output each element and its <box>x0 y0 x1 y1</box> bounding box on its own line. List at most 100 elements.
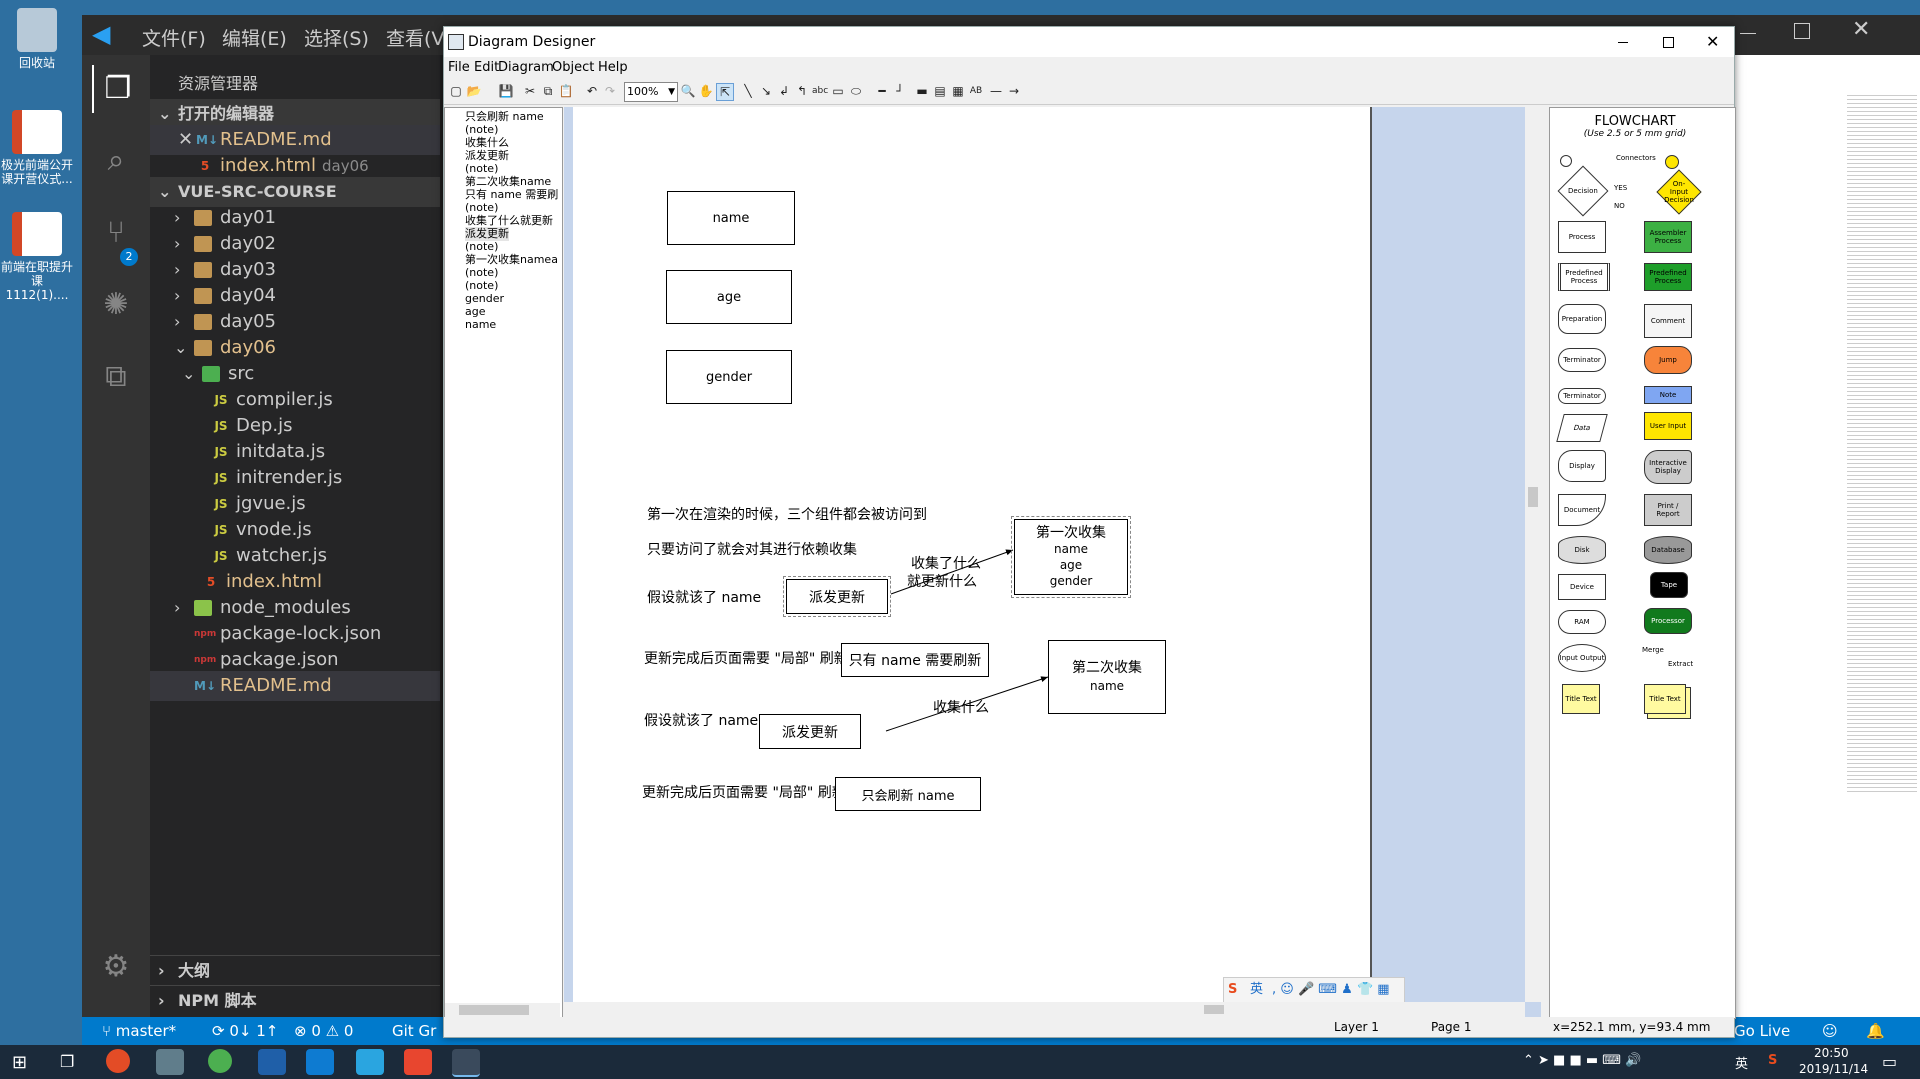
tree-item[interactable]: (note) <box>465 162 498 176</box>
save-icon[interactable]: 💾 <box>498 83 514 99</box>
hand-icon[interactable]: ✋ <box>698 83 714 99</box>
problems-status[interactable]: ⊗ 0 ⚠ 0 <box>294 1017 353 1045</box>
box-age[interactable]: age <box>666 270 792 324</box>
box-only-refresh-name[interactable]: 只会刷新 name <box>835 777 981 811</box>
palette-disk[interactable]: Disk <box>1558 536 1606 564</box>
palette-decision[interactable]: Decision <box>1557 165 1609 217</box>
menu-file[interactable]: 文件(F) <box>142 24 206 51</box>
tree-item-selected[interactable]: 派发更新 <box>465 227 509 241</box>
text-collect-what[interactable]: 收集什么 <box>933 697 989 717</box>
vscode-taskbar-icon[interactable] <box>306 1049 334 1075</box>
tree-item[interactable]: 收集什么 <box>465 136 509 150</box>
close-icon[interactable]: ✕ <box>1706 27 1719 57</box>
palette-terminator[interactable]: Terminator <box>1558 348 1606 372</box>
line-icon[interactable]: ╲ <box>740 83 756 99</box>
palette-processor[interactable]: Processor <box>1644 608 1692 634</box>
palette-predefined-process-green[interactable]: Predefined Process <box>1644 263 1692 291</box>
menu-object[interactable]: Object <box>552 57 594 79</box>
bezier-icon[interactable]: ↰ <box>794 83 810 99</box>
tree-item[interactable]: (note) <box>465 279 498 293</box>
tree-item[interactable]: (note) <box>465 201 498 215</box>
palette-ram[interactable]: RAM <box>1558 610 1606 634</box>
maximize-icon[interactable] <box>1663 37 1674 48</box>
taskbar-ime[interactable]: 英 <box>1735 1053 1748 1072</box>
box-dispatch-update-1[interactable]: 派发更新 <box>783 576 891 617</box>
palette-preparation[interactable]: Preparation <box>1558 304 1606 334</box>
palette-tape[interactable]: Tape <box>1650 572 1688 598</box>
palette-process[interactable]: Process <box>1558 221 1606 253</box>
palette-terminator-small[interactable]: Terminator <box>1558 388 1606 404</box>
palette-user-input[interactable]: User Input <box>1644 412 1692 440</box>
scroll-thumb[interactable] <box>1204 1005 1224 1014</box>
palette-input-output[interactable]: Input Output <box>1558 644 1606 672</box>
palette-comment[interactable]: Comment <box>1644 304 1692 338</box>
canvas-vscrollbar[interactable] <box>1525 107 1541 1002</box>
rectangle-icon[interactable]: ▭ <box>830 83 846 99</box>
clock-date[interactable]: 2019/11/14 <box>1799 1062 1868 1076</box>
git-graph-status[interactable]: Git Gr <box>392 1017 436 1045</box>
tree-item[interactable]: 第一次收集namea <box>465 253 558 267</box>
text-icon[interactable]: abc <box>812 83 828 99</box>
chrome-icon[interactable] <box>208 1049 232 1073</box>
palette-print-report[interactable]: Print / Report <box>1644 494 1692 526</box>
palette-document[interactable]: Document <box>1558 494 1606 526</box>
palette-predefined-process[interactable]: Predefined Process <box>1558 263 1610 291</box>
connector-circle-shape-yellow[interactable] <box>1665 155 1679 169</box>
copy-icon[interactable]: ⧉ <box>540 83 556 99</box>
tree-item[interactable]: 只有 name 需要刷 <box>465 188 558 202</box>
menu-edit[interactable]: Edit <box>474 57 499 79</box>
box-dispatch-update-2[interactable]: 派发更新 <box>759 714 861 749</box>
select-icon[interactable]: ⇱ <box>716 83 734 101</box>
menu-help[interactable]: Help <box>598 57 628 79</box>
text-update-what[interactable]: 就更新什么 <box>907 571 977 591</box>
task-view-icon[interactable]: ❐ <box>60 1052 74 1071</box>
diagram-designer-taskbar-icon[interactable] <box>452 1049 480 1077</box>
undo-icon[interactable]: ↶ <box>584 83 600 99</box>
go-live-status[interactable]: Go Live <box>1734 1017 1790 1045</box>
sync-status[interactable]: ⟳ 0↓ 1↑ <box>212 1017 278 1045</box>
line-width-icon[interactable]: ━ <box>874 83 890 99</box>
scroll-thumb[interactable] <box>459 1005 529 1015</box>
arrow-style-icon[interactable]: → <box>1006 83 1022 99</box>
tree-item[interactable]: age <box>465 305 486 319</box>
palette-merge[interactable]: Merge <box>1642 646 1664 654</box>
explorer-icon[interactable]: ❐ <box>92 65 142 113</box>
tree-item[interactable]: 收集了什么就更新 <box>465 214 553 228</box>
browser-icon[interactable] <box>106 1049 130 1073</box>
color-icon[interactable]: ▦ <box>950 83 966 99</box>
fill-icon[interactable]: ▬ <box>914 83 930 99</box>
open-icon[interactable]: 📂 <box>466 83 482 99</box>
text-partial-refresh-1[interactable]: 更新完成后页面需要 "局部" 刷新 <box>644 648 848 668</box>
align-icon[interactable]: ┘ <box>892 83 908 99</box>
tree-item[interactable]: (note) <box>465 266 498 280</box>
search-icon[interactable]: ⌕ <box>92 137 140 185</box>
powershell-icon[interactable] <box>258 1049 286 1075</box>
clock-time[interactable]: 20:50 <box>1814 1046 1849 1060</box>
extensions-icon[interactable]: ⧉ <box>92 353 140 401</box>
box-first-collect[interactable]: 第一次收集 name age gender <box>1011 516 1131 598</box>
new-icon[interactable]: ▢ <box>448 83 464 99</box>
tree-item[interactable]: gender <box>465 292 504 306</box>
ime-language[interactable]: 英 <box>1250 978 1263 1002</box>
menu-edit[interactable]: 编辑(E) <box>222 24 287 51</box>
tree-item[interactable]: 派发更新 <box>465 149 509 163</box>
branch-status[interactable]: ⑂ master* <box>102 1017 176 1045</box>
redo-icon[interactable]: ↷ <box>602 83 618 99</box>
menu-view[interactable]: 查看(V) <box>386 24 452 51</box>
palette-assembler-process[interactable]: Assembler Process <box>1644 221 1692 253</box>
sogou-icon[interactable]: S <box>1228 978 1237 1002</box>
tree-item[interactable]: (note) <box>465 123 498 137</box>
palette-jump[interactable]: Jump <box>1644 346 1692 374</box>
text-assume-change-1[interactable]: 假设就该了 name <box>647 587 761 607</box>
notification-icon[interactable]: ▭ <box>1882 1052 1897 1071</box>
paste-icon[interactable]: 📋 <box>558 83 574 99</box>
connector-icon[interactable]: ↲ <box>776 83 792 99</box>
palette-note[interactable]: Note <box>1644 386 1692 404</box>
tray-icons[interactable]: ⌃ ➤ ■ ■ ▬ ⌨ 🔊 <box>1523 1053 1641 1068</box>
text-collected-what[interactable]: 收集了什么 <box>911 553 981 573</box>
box-second-collect[interactable]: 第二次收集 name <box>1048 640 1166 714</box>
tree-item[interactable]: 只会刷新 name <box>465 110 544 124</box>
layer-icon[interactable]: ▤ <box>932 83 948 99</box>
box-name[interactable]: name <box>667 191 795 245</box>
maximize-icon[interactable] <box>1794 23 1810 39</box>
